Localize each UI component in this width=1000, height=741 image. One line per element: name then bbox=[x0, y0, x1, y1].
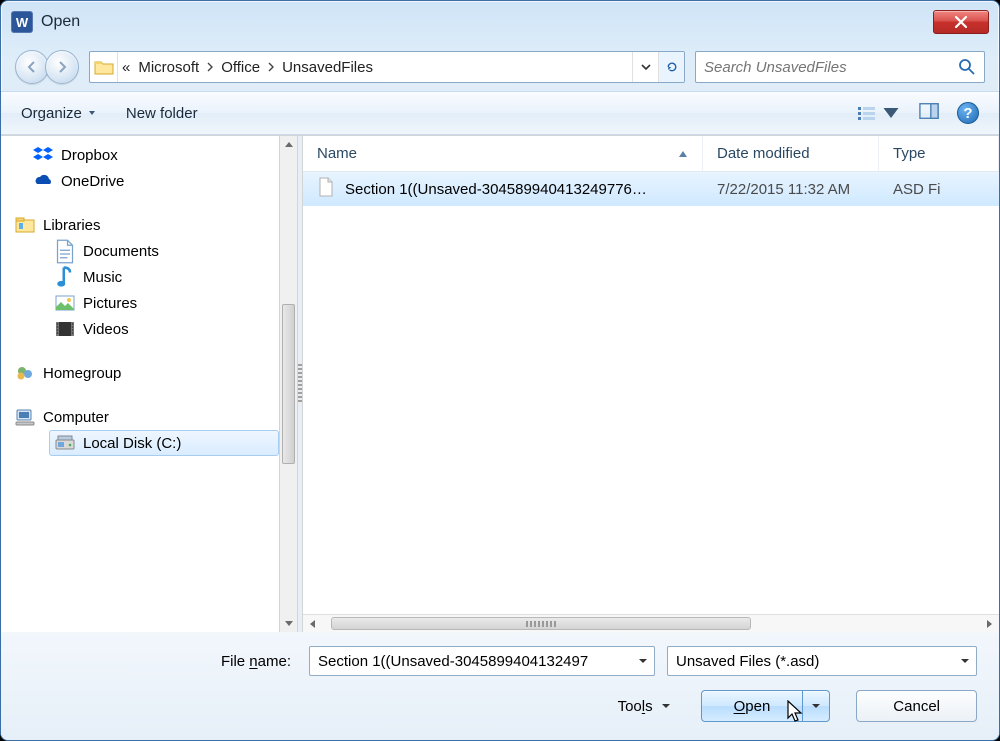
chevron-down-icon bbox=[661, 701, 671, 711]
music-icon bbox=[55, 268, 75, 286]
sidebar-item-computer[interactable]: Computer bbox=[9, 404, 279, 430]
sidebar-label: Homegroup bbox=[43, 365, 121, 382]
sidebar-item-onedrive[interactable]: OneDrive bbox=[27, 168, 279, 194]
filename-label: File name: bbox=[23, 653, 297, 670]
filename-value: Section 1((Unsaved-3045899404132497 bbox=[318, 653, 588, 670]
close-icon bbox=[954, 15, 968, 29]
disk-icon bbox=[55, 434, 75, 452]
libraries-icon bbox=[15, 216, 35, 234]
breadcrumb-microsoft[interactable]: Microsoft bbox=[134, 52, 203, 82]
sidebar-label: Pictures bbox=[83, 295, 137, 312]
file-icon bbox=[317, 177, 335, 201]
computer-icon bbox=[15, 408, 35, 426]
open-button[interactable]: Open bbox=[701, 690, 804, 722]
sidebar-item-dropbox[interactable]: Dropbox bbox=[27, 142, 279, 168]
filter-value: Unsaved Files (*.asd) bbox=[676, 653, 819, 670]
back-button[interactable] bbox=[15, 50, 49, 84]
scrollbar-thumb[interactable] bbox=[331, 617, 751, 630]
file-type-filter[interactable]: Unsaved Files (*.asd) bbox=[667, 646, 977, 676]
refresh-icon bbox=[666, 61, 678, 73]
chevron-down-icon bbox=[960, 653, 970, 670]
chevron-down-icon bbox=[881, 103, 901, 123]
preview-pane-icon bbox=[919, 101, 939, 121]
word-app-icon: W bbox=[11, 11, 33, 33]
cancel-button[interactable]: Cancel bbox=[856, 690, 977, 722]
navigation-tree[interactable]: Dropbox OneDrive Libraries bbox=[1, 136, 279, 632]
column-label: Date modified bbox=[717, 145, 810, 162]
scroll-down-icon[interactable] bbox=[280, 614, 297, 632]
search-input[interactable] bbox=[704, 59, 952, 76]
sidebar-label: Local Disk (C:) bbox=[83, 435, 181, 452]
videos-icon bbox=[55, 320, 75, 338]
breadcrumb-unsavedfiles[interactable]: UnsavedFiles bbox=[278, 52, 377, 82]
column-label: Name bbox=[317, 145, 357, 162]
window-title: Open bbox=[41, 13, 80, 31]
scroll-left-icon[interactable] bbox=[303, 615, 321, 632]
column-type[interactable]: Type bbox=[879, 136, 999, 171]
file-row[interactable]: Section 1((Unsaved-304589940413249776… 7… bbox=[303, 172, 999, 206]
sidebar-item-videos[interactable]: Videos bbox=[49, 316, 279, 342]
search-icon bbox=[958, 58, 976, 76]
sidebar-item-pictures[interactable]: Pictures bbox=[49, 290, 279, 316]
sidebar-item-documents[interactable]: Documents bbox=[49, 238, 279, 264]
chevron-down-icon bbox=[640, 61, 652, 73]
new-folder-button[interactable]: New folder bbox=[126, 105, 198, 122]
homegroup-icon bbox=[15, 364, 35, 382]
address-bar[interactable]: « Microsoft Office UnsavedFiles bbox=[89, 51, 685, 83]
view-options-button[interactable] bbox=[857, 103, 901, 123]
arrow-right-icon bbox=[56, 61, 68, 73]
file-type: ASD Fi bbox=[879, 181, 999, 198]
new-folder-label: New folder bbox=[126, 105, 198, 122]
refresh-button[interactable] bbox=[658, 52, 684, 82]
scrollbar-thumb[interactable] bbox=[282, 304, 295, 464]
address-dropdown[interactable] bbox=[632, 52, 658, 82]
column-date[interactable]: Date modified bbox=[703, 136, 879, 171]
preview-pane-button[interactable] bbox=[919, 101, 939, 125]
organize-label: Organize bbox=[21, 105, 82, 122]
search-box[interactable] bbox=[695, 51, 985, 83]
chevron-down-icon bbox=[638, 653, 648, 670]
chevron-right-icon[interactable] bbox=[264, 52, 278, 82]
horizontal-scrollbar[interactable] bbox=[303, 614, 999, 632]
organize-menu[interactable]: Organize bbox=[21, 105, 96, 122]
open-button-dropdown[interactable] bbox=[803, 690, 830, 722]
pictures-icon bbox=[55, 294, 75, 312]
documents-icon bbox=[55, 242, 75, 260]
sidebar-item-local-disk[interactable]: Local Disk (C:) bbox=[49, 430, 279, 456]
sidebar-label: Documents bbox=[83, 243, 159, 260]
help-button[interactable]: ? bbox=[957, 102, 979, 124]
sidebar-item-homegroup[interactable]: Homegroup bbox=[9, 360, 279, 386]
dropbox-icon bbox=[33, 146, 53, 164]
sidebar-label: Dropbox bbox=[61, 147, 118, 164]
file-date: 7/22/2015 11:32 AM bbox=[703, 181, 879, 198]
sidebar-item-libraries[interactable]: Libraries bbox=[9, 212, 279, 238]
column-name[interactable]: Name bbox=[303, 136, 703, 171]
sort-asc-icon bbox=[678, 145, 688, 162]
sidebar-label: Music bbox=[83, 269, 122, 286]
view-icon bbox=[857, 103, 877, 123]
scroll-up-icon[interactable] bbox=[280, 136, 297, 154]
onedrive-icon bbox=[33, 172, 53, 190]
filename-combobox[interactable]: Section 1((Unsaved-3045899404132497 bbox=[309, 646, 655, 676]
arrow-left-icon bbox=[26, 61, 38, 73]
breadcrumb-office[interactable]: Office bbox=[217, 52, 264, 82]
scroll-right-icon[interactable] bbox=[981, 615, 999, 632]
sidebar-label: OneDrive bbox=[61, 173, 124, 190]
sidebar-label: Videos bbox=[83, 321, 129, 338]
forward-button[interactable] bbox=[45, 50, 79, 84]
file-name: Section 1((Unsaved-304589940413249776… bbox=[345, 181, 647, 198]
sidebar-label: Libraries bbox=[43, 217, 101, 234]
chevron-right-icon[interactable] bbox=[203, 52, 217, 82]
tools-menu[interactable]: Tools bbox=[618, 698, 671, 715]
folder-icon bbox=[90, 52, 118, 82]
chevron-down-icon bbox=[88, 109, 96, 117]
sidebar-item-music[interactable]: Music bbox=[49, 264, 279, 290]
chevron-down-icon bbox=[811, 701, 821, 711]
breadcrumb-prefix: « bbox=[118, 52, 134, 82]
close-button[interactable] bbox=[933, 10, 989, 34]
column-label: Type bbox=[893, 145, 926, 162]
sidebar-scrollbar[interactable] bbox=[279, 136, 297, 632]
sidebar-label: Computer bbox=[43, 409, 109, 426]
